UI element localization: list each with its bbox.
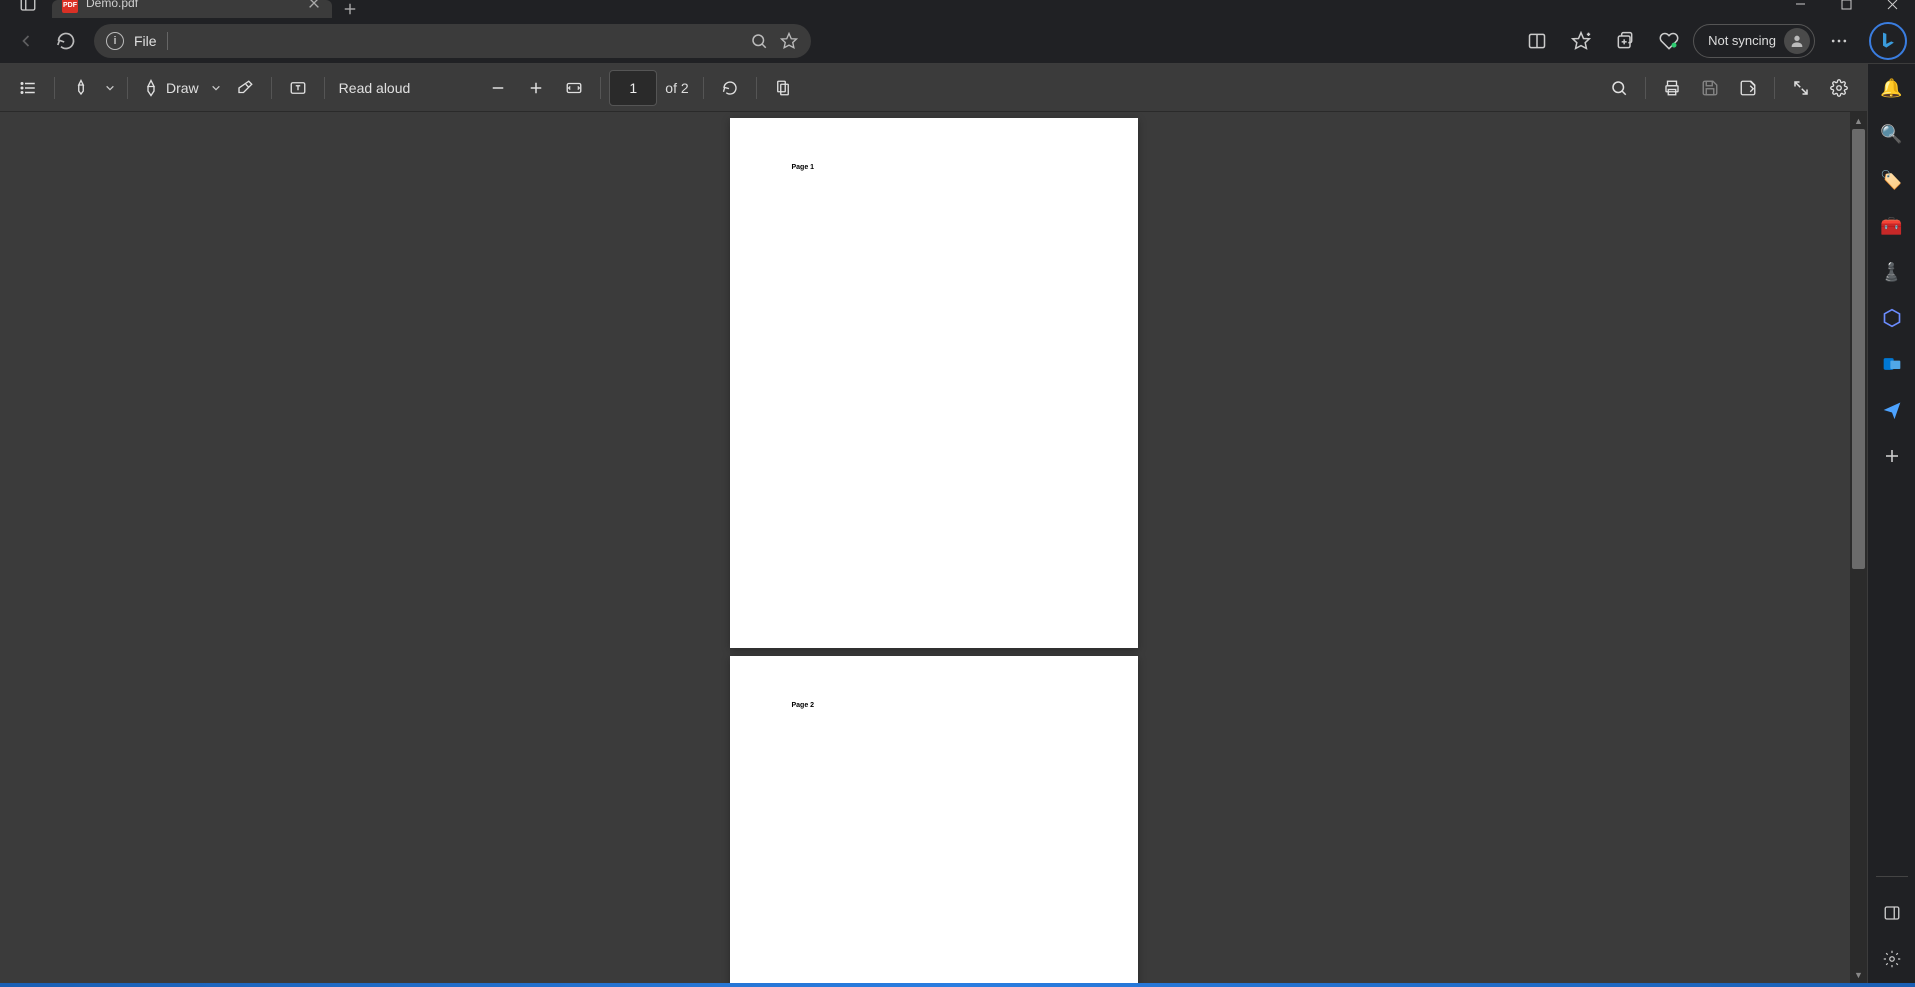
sidebar-settings-icon[interactable] (1878, 945, 1906, 973)
site-info-icon[interactable]: i (106, 32, 124, 50)
separator (167, 32, 168, 50)
title-bar: PDF Demo.pdf (0, 0, 1915, 18)
split-screen-button[interactable] (1517, 23, 1557, 59)
scroll-down-arrow[interactable]: ▼ (1850, 966, 1867, 983)
pdf-settings-button[interactable] (1821, 70, 1857, 106)
add-text-button[interactable] (280, 70, 316, 106)
avatar-icon (1784, 28, 1810, 54)
pdf-toolbar: Draw Read aloud (0, 64, 1867, 112)
search-in-address-icon[interactable] (749, 31, 769, 51)
sidebar-shopping-icon[interactable]: 🏷️ (1878, 166, 1906, 194)
pdf-page[interactable]: Page 2 (730, 656, 1138, 983)
minimize-button[interactable] (1777, 0, 1823, 18)
contents-button[interactable] (10, 70, 46, 106)
rotate-button[interactable] (712, 70, 748, 106)
page-content-label: Page 2 (792, 702, 815, 709)
erase-button[interactable] (227, 70, 263, 106)
browser-essentials-button[interactable] (1649, 23, 1689, 59)
edge-sidebar: 🔔 🔍 🏷️ 🧰 ♟️ (1867, 64, 1915, 983)
new-tab-button[interactable] (336, 0, 364, 18)
window-controls (1777, 0, 1915, 18)
highlight-button[interactable] (63, 70, 99, 106)
sidebar-outlook-icon[interactable] (1878, 350, 1906, 378)
refresh-button[interactable] (48, 23, 84, 59)
scroll-up-arrow[interactable]: ▲ (1850, 112, 1867, 129)
page-total-label: of 2 (659, 80, 694, 96)
sidebar-search-icon[interactable]: 🔍 (1878, 120, 1906, 148)
pdf-page[interactable]: Page 1 (730, 118, 1138, 648)
scroll-track[interactable] (1850, 129, 1867, 966)
address-row: i File Not syncing (0, 18, 1915, 64)
back-button[interactable] (8, 23, 44, 59)
favorite-star-icon[interactable] (779, 31, 799, 51)
sidebar-notifications-icon[interactable]: 🔔 (1878, 74, 1906, 102)
read-aloud-button[interactable]: Read aloud (333, 70, 417, 106)
page-number-input[interactable] (609, 70, 657, 106)
draw-button[interactable]: Draw (136, 70, 205, 106)
page-content-label: Page 1 (792, 164, 815, 171)
vertical-tabs-button[interactable] (12, 0, 44, 18)
address-bar[interactable]: i File (94, 24, 811, 58)
draw-label: Draw (166, 80, 199, 96)
fullscreen-button[interactable] (1783, 70, 1819, 106)
sidebar-tools-icon[interactable]: 🧰 (1878, 212, 1906, 240)
browser-tab[interactable]: PDF Demo.pdf (52, 0, 332, 18)
pdf-favicon: PDF (62, 0, 78, 13)
save-as-button[interactable] (1730, 70, 1766, 106)
pdf-viewer: Draw Read aloud (0, 64, 1867, 983)
collections-button[interactable] (1605, 23, 1645, 59)
sync-status-label: Not syncing (1708, 33, 1776, 48)
scroll-thumb[interactable] (1852, 129, 1865, 569)
favorites-button[interactable] (1561, 23, 1601, 59)
pdf-viewport[interactable]: Page 1 Page 2 ▲ ▼ (0, 112, 1867, 983)
tab-title: Demo.pdf (86, 0, 298, 10)
sidebar-hide-button[interactable] (1878, 899, 1906, 927)
sidebar-add-button[interactable] (1878, 442, 1906, 470)
vertical-scrollbar[interactable]: ▲ ▼ (1850, 112, 1867, 983)
print-button[interactable] (1654, 70, 1690, 106)
close-window-button[interactable] (1869, 0, 1915, 18)
url-scheme: File (134, 33, 157, 49)
windows-taskbar[interactable] (0, 983, 1915, 987)
profile-sync-button[interactable]: Not syncing (1693, 24, 1815, 58)
more-menu-button[interactable] (1819, 23, 1859, 59)
highlight-options-chevron[interactable] (101, 83, 119, 93)
page-view-button[interactable] (765, 70, 801, 106)
sidebar-drop-icon[interactable] (1878, 396, 1906, 424)
draw-options-chevron[interactable] (207, 83, 225, 93)
bing-chat-button[interactable] (1869, 22, 1907, 60)
find-button[interactable] (1601, 70, 1637, 106)
read-aloud-label: Read aloud (339, 80, 411, 96)
sidebar-games-icon[interactable]: ♟️ (1878, 258, 1906, 286)
maximize-button[interactable] (1823, 0, 1869, 18)
sidebar-office-icon[interactable] (1878, 304, 1906, 332)
zoom-in-button[interactable] (518, 70, 554, 106)
close-tab-button[interactable] (306, 0, 322, 11)
fit-width-button[interactable] (556, 70, 592, 106)
zoom-out-button[interactable] (480, 70, 516, 106)
save-button[interactable] (1692, 70, 1728, 106)
